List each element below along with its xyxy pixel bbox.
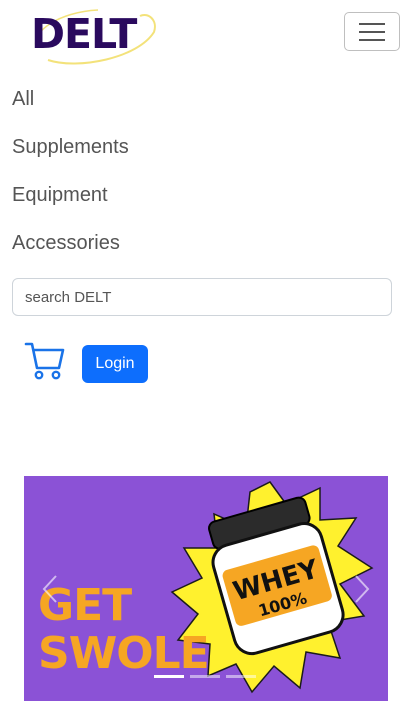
nav-item-label: Equipment xyxy=(12,183,108,206)
carousel-indicator[interactable] xyxy=(226,675,256,678)
carousel-next-button[interactable] xyxy=(352,574,372,604)
login-button[interactable]: Login xyxy=(82,345,148,383)
nav-item-label: All xyxy=(12,87,35,110)
nav-item-accessories[interactable]: Accessories xyxy=(12,219,129,267)
nav-item-supplements[interactable]: Supplements xyxy=(12,123,129,171)
nav-item-label: Supplements xyxy=(12,135,129,158)
logo-text: DELT xyxy=(31,10,137,58)
chevron-right-icon xyxy=(355,575,370,603)
hamburger-icon xyxy=(359,22,385,41)
carousel-indicator[interactable] xyxy=(190,675,220,678)
carousel-prev-button[interactable] xyxy=(40,574,60,604)
chevron-left-icon xyxy=(42,575,57,603)
nav-item-all[interactable]: All xyxy=(12,75,129,123)
slide-headline: GET SWOLE xyxy=(38,580,210,679)
carousel-indicator[interactable] xyxy=(154,675,184,678)
carousel-indicators xyxy=(154,675,256,678)
nav-item-equipment[interactable]: Equipment xyxy=(12,171,129,219)
navbar-toggle-button[interactable] xyxy=(344,12,400,51)
brand-logo[interactable]: DELT xyxy=(28,2,160,66)
logo-image: DELT xyxy=(31,9,156,65)
cart-button[interactable] xyxy=(24,340,66,382)
nav-item-label: Accessories xyxy=(12,231,120,254)
cart-icon xyxy=(24,342,65,380)
slide-headline-line1: GET xyxy=(38,580,132,631)
nav-menu: All Supplements Equipment Accessories xyxy=(12,75,129,267)
search-input[interactable] xyxy=(12,278,392,316)
hero-carousel: WHEY 100% GET SWOLE xyxy=(24,476,388,701)
slide-headline-line2: SWOLE xyxy=(38,628,210,679)
